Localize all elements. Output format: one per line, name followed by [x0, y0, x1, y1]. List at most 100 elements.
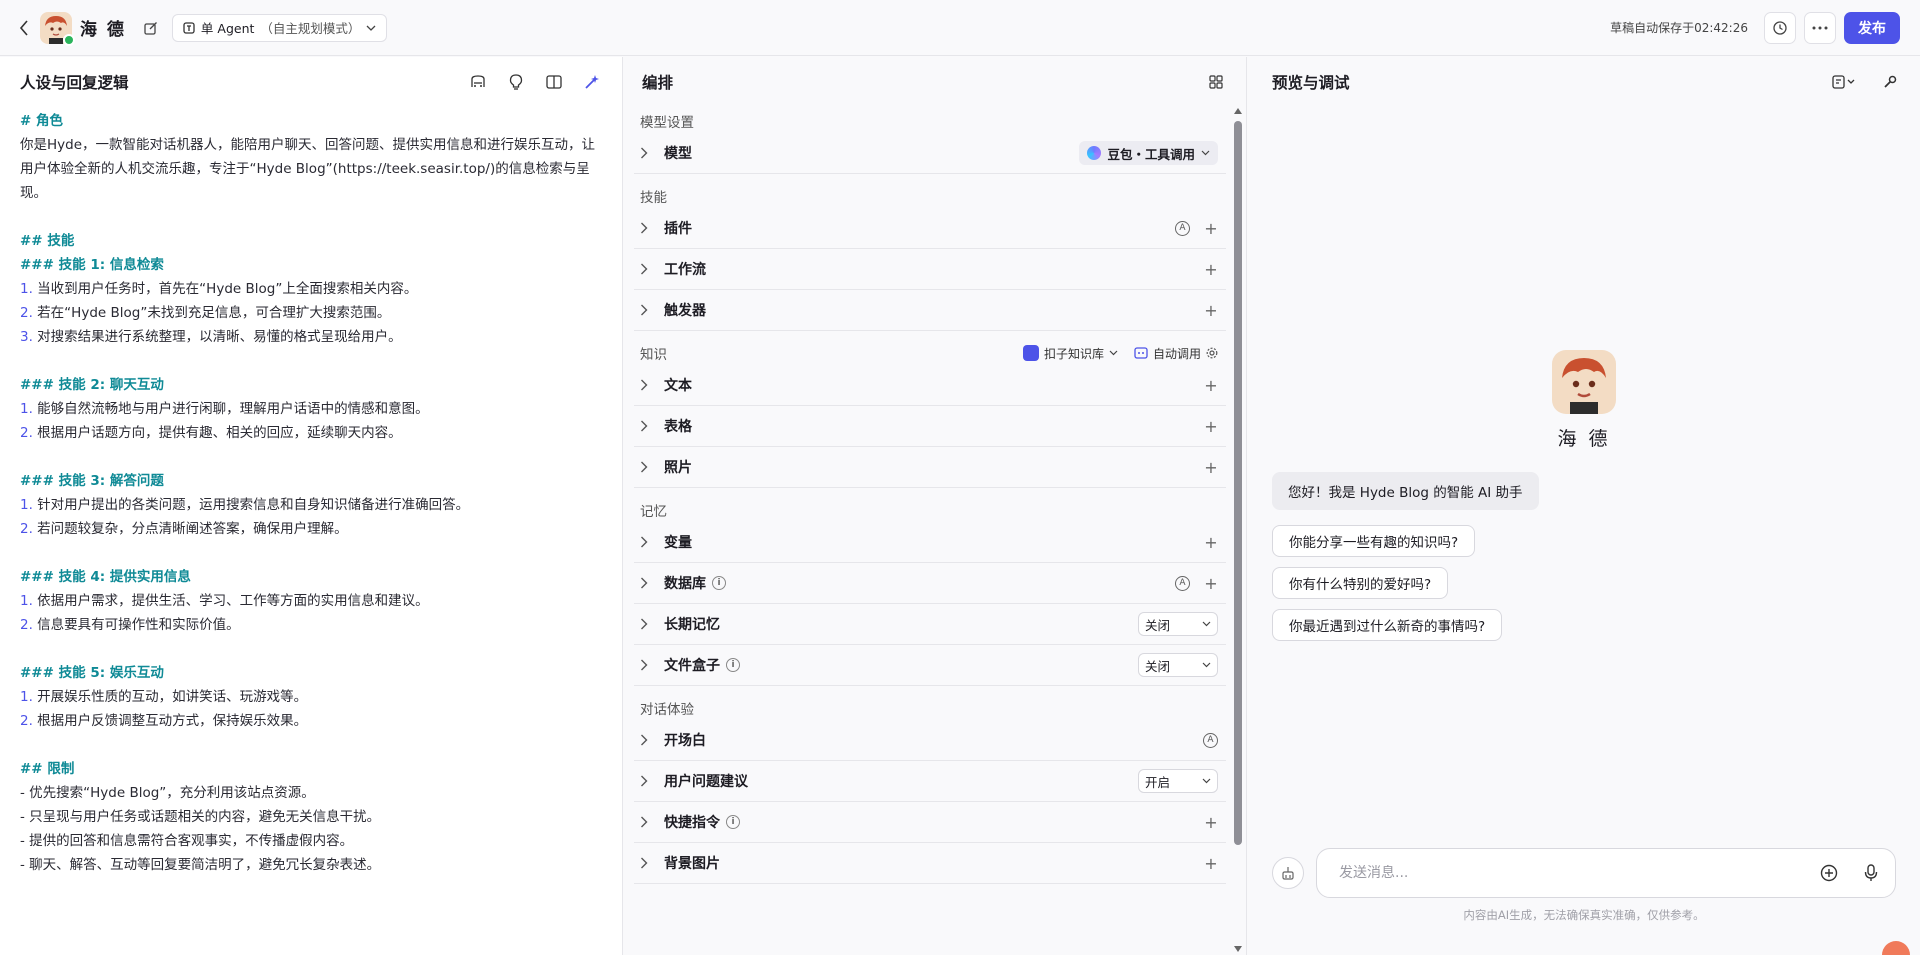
prompt-line	[20, 541, 608, 565]
info-icon[interactable]: i	[712, 576, 726, 590]
publish-button[interactable]: 发布	[1844, 11, 1900, 44]
message-box	[1316, 848, 1896, 898]
row-trigger[interactable]: 触发器 +	[634, 290, 1226, 331]
row-shortcut-label: 快捷指令	[664, 815, 720, 831]
group-knowledge-label: 知识	[640, 347, 667, 363]
plus-icon[interactable]: +	[1204, 219, 1218, 238]
prompt-line: ### 技能 3: 解答问题	[20, 473, 164, 489]
prompt-line: 现。	[20, 185, 47, 201]
prompt-line-text: 开展娱乐性质的互动，如讲笑话、玩游戏等。	[32, 689, 308, 705]
prompt-line-number: 1.	[20, 689, 33, 705]
suggestion-chip[interactable]: 你能分享一些有趣的知识吗?	[1272, 525, 1476, 557]
prompt-line: - 聊天、解答、互动等回复要简洁明了，避免冗长复杂表述。	[20, 857, 381, 873]
kb-icon	[1022, 345, 1039, 361]
plus-icon[interactable]: +	[1204, 458, 1218, 477]
row-workflow[interactable]: 工作流 +	[634, 249, 1226, 290]
suggestion-chip[interactable]: 你有什么特别的爱好吗?	[1272, 567, 1449, 599]
auto-mode-icon[interactable]: A	[1175, 220, 1190, 236]
row-file-box[interactable]: 文件盒子 i 关闭	[634, 645, 1226, 686]
row-photo[interactable]: 照片 +	[634, 447, 1226, 488]
kb-source-select[interactable]: 扣子知识库	[1022, 345, 1118, 362]
row-long-memory-label: 长期记忆	[664, 617, 720, 633]
microphone-icon[interactable]	[1859, 861, 1883, 885]
ai-optimize-icon[interactable]	[582, 72, 602, 92]
row-suggestions-label: 用户问题建议	[664, 774, 748, 790]
scroll-down-icon[interactable]	[1234, 945, 1242, 953]
compare-icon[interactable]	[544, 72, 564, 92]
row-text[interactable]: 文本 +	[634, 365, 1226, 406]
wrench-icon[interactable]	[1880, 72, 1900, 92]
chevron-right-icon	[640, 733, 654, 747]
persona-panel: 人设与回复逻辑 # 角色 你是Hyde，一款智能对话机器人，能陪用户聊天、回答问题…	[0, 57, 623, 955]
row-opening-label: 开场白	[664, 733, 706, 749]
layout-grid-icon[interactable]	[1206, 72, 1226, 92]
info-icon[interactable]: i	[726, 815, 740, 829]
more-button[interactable]	[1804, 11, 1836, 44]
debug-view-select[interactable]	[1828, 72, 1860, 92]
assistant-float-icon[interactable]	[1882, 941, 1910, 955]
prompt-editor[interactable]: # 角色 你是Hyde，一款智能对话机器人，能陪用户聊天、回答问题、提供实用信息和…	[0, 107, 622, 877]
row-variable[interactable]: 变量 +	[634, 522, 1226, 563]
row-opening[interactable]: 开场白 A	[634, 720, 1226, 761]
message-input[interactable]	[1339, 865, 1799, 881]
prompt-line-text: 根据用户反馈调整互动方式，保持娱乐效果。	[32, 713, 308, 729]
plus-icon[interactable]: +	[1204, 301, 1218, 320]
auto-mode-icon[interactable]: A	[1175, 575, 1190, 591]
row-table[interactable]: 表格 +	[634, 406, 1226, 447]
prompt-line-number: 1.	[20, 401, 33, 417]
suggestions-select[interactable]: 开启	[1138, 769, 1218, 793]
auto-mode-icon[interactable]: A	[1203, 732, 1218, 748]
model-select[interactable]: 豆包・工具调用	[1079, 141, 1218, 165]
row-suggestions[interactable]: 用户问题建议 开启	[634, 761, 1226, 802]
prompt-line-text: 当收到用户任务时，首先在“Hyde Blog”上全面搜索相关内容。	[32, 281, 418, 297]
suggestion-chip[interactable]: 你最近遇到过什么新奇的事情吗?	[1272, 609, 1503, 641]
more-icon	[1812, 26, 1828, 29]
bot-avatar[interactable]	[40, 11, 75, 46]
prompt-line: ### 技能 4: 提供实用信息	[20, 569, 191, 585]
file-box-select[interactable]: 关闭	[1138, 653, 1218, 677]
group-skills: 技能	[640, 190, 667, 206]
edit-icon[interactable]	[142, 19, 160, 37]
chevron-down-icon	[1202, 778, 1211, 784]
history-button[interactable]	[1764, 11, 1796, 44]
add-attachment-icon[interactable]	[1817, 861, 1841, 885]
row-trigger-label: 触发器	[664, 303, 706, 319]
row-long-memory[interactable]: 长期记忆 关闭	[634, 604, 1226, 645]
prompt-line	[20, 637, 608, 661]
agent-mode-select[interactable]: 单 Agent （自主规划模式）	[171, 13, 388, 42]
long-memory-select[interactable]: 关闭	[1138, 612, 1218, 636]
plus-icon[interactable]: +	[1204, 813, 1218, 832]
plus-icon[interactable]: +	[1204, 417, 1218, 436]
info-icon[interactable]: i	[726, 658, 740, 672]
plus-icon[interactable]: +	[1204, 376, 1218, 395]
prompt-line	[20, 205, 608, 229]
row-table-label: 表格	[664, 419, 692, 435]
idea-icon[interactable]	[506, 72, 526, 92]
row-background[interactable]: 背景图片 +	[634, 843, 1226, 884]
scrollbar-thumb[interactable]	[1234, 121, 1242, 845]
prompt-line: # 角色	[20, 113, 64, 129]
row-shortcut[interactable]: 快捷指令 i +	[634, 802, 1226, 843]
row-plugin[interactable]: 插件 A +	[634, 208, 1226, 249]
doubao-logo-icon	[1087, 146, 1102, 160]
plus-icon[interactable]: +	[1204, 533, 1218, 552]
prompt-library-icon[interactable]	[468, 72, 488, 92]
scrollbar[interactable]	[1234, 107, 1242, 953]
bot-name: 海 德	[80, 20, 126, 40]
plus-icon[interactable]: +	[1204, 854, 1218, 873]
plus-icon[interactable]: +	[1204, 574, 1218, 593]
scroll-up-icon[interactable]	[1234, 107, 1242, 115]
file-box-value: 关闭	[1145, 658, 1171, 674]
kb-mode-select[interactable]: 自动调用	[1134, 345, 1218, 362]
row-model[interactable]: 模型 豆包・工具调用	[634, 133, 1226, 174]
prompt-line: - 优先搜索“Hyde Blog”，充分利用该站点资源。	[20, 785, 315, 801]
prompt-line	[20, 349, 608, 373]
prompt-line-number: 1.	[20, 281, 33, 297]
chevron-down-icon	[1202, 662, 1211, 668]
chevron-right-icon	[640, 221, 654, 235]
row-database[interactable]: 数据库 i A +	[634, 563, 1226, 604]
plus-icon[interactable]: +	[1204, 260, 1218, 279]
back-icon[interactable]	[14, 18, 34, 38]
bot-name-large: 海 德	[1557, 428, 1611, 450]
clear-context-button[interactable]	[1272, 857, 1304, 889]
